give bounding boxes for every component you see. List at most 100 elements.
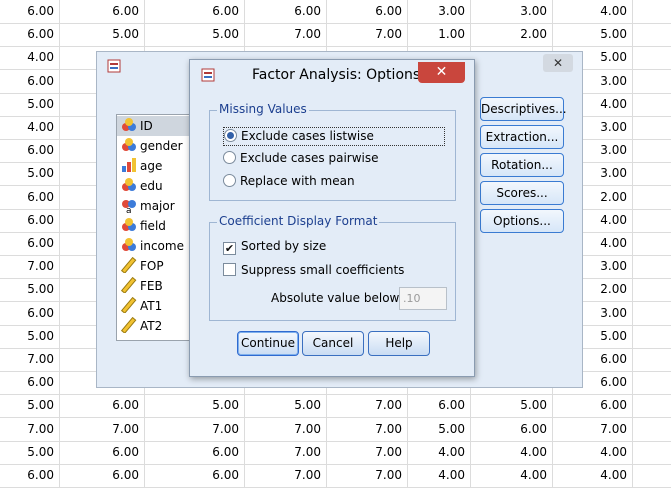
grid-cell[interactable]: 1.00 xyxy=(408,23,471,47)
string-variable-icon: a xyxy=(121,197,137,216)
grid-cell[interactable]: 6.00 xyxy=(0,139,60,163)
grid-cell[interactable]: 4.00 xyxy=(471,440,553,464)
suppress-small-checkbox[interactable]: Suppress small coefficients xyxy=(223,263,404,277)
rotation-button[interactable]: Rotation... xyxy=(480,153,564,177)
grid-cell[interactable]: 6.00 xyxy=(0,301,60,325)
grid-cell[interactable]: 2.00 xyxy=(471,23,553,47)
variable-list[interactable]: ID gender age edu a major field income FOP FEB AT1… xyxy=(116,114,195,341)
grid-cell[interactable]: 6.00 xyxy=(165,0,245,23)
grid-cell[interactable]: 5.00 xyxy=(0,324,60,348)
variable-item[interactable]: FOP xyxy=(117,256,194,276)
variable-item[interactable]: a major xyxy=(117,196,194,216)
variable-item[interactable]: FEB xyxy=(117,276,194,296)
grid-cell[interactable]: 6.00 xyxy=(0,23,60,47)
grid-cell[interactable]: 4.00 xyxy=(471,464,553,487)
continue-button[interactable]: Continue xyxy=(237,331,299,356)
grid-cell[interactable]: 7.00 xyxy=(553,417,633,441)
grid-cell[interactable]: 7.00 xyxy=(245,23,327,47)
grid-cell[interactable]: 5.00 xyxy=(0,394,60,418)
options-button[interactable]: Options... xyxy=(480,209,564,233)
factor-dialog-close-button[interactable]: ✕ xyxy=(543,54,573,72)
grid-cell[interactable]: 6.00 xyxy=(0,69,60,93)
grid-cell[interactable]: 6.00 xyxy=(65,440,145,464)
grid-cell[interactable]: 7.00 xyxy=(327,417,408,441)
grid-cell[interactable]: 6.00 xyxy=(245,0,327,23)
grid-cell[interactable]: 4.00 xyxy=(0,116,60,139)
grid-cell[interactable]: 7.00 xyxy=(327,440,408,464)
grid-cell[interactable]: 6.00 xyxy=(65,464,145,487)
extraction-button[interactable]: Extraction... xyxy=(480,125,564,149)
grid-cell[interactable]: 6.00 xyxy=(65,394,145,418)
nominal-variable-icon xyxy=(121,137,137,153)
grid-cell[interactable]: 4.00 xyxy=(408,464,471,487)
grid-cell[interactable]: 6.00 xyxy=(165,440,245,464)
grid-cell[interactable]: 5.00 xyxy=(471,394,553,418)
grid-cell[interactable]: 5.00 xyxy=(0,440,60,464)
grid-cell[interactable]: 6.00 xyxy=(0,208,60,232)
grid-cell[interactable]: 7.00 xyxy=(0,417,60,441)
grid-cell[interactable]: 7.00 xyxy=(245,464,327,487)
grid-cell[interactable]: 6.00 xyxy=(0,185,60,209)
grid-cell[interactable]: 6.00 xyxy=(65,0,145,23)
grid-cell[interactable]: 6.00 xyxy=(0,464,60,487)
nominal-variable-icon xyxy=(121,237,137,253)
grid-cell[interactable]: 7.00 xyxy=(165,417,245,441)
grid-cell[interactable]: 6.00 xyxy=(165,464,245,487)
grid-cell[interactable]: 3.00 xyxy=(408,0,471,23)
grid-cell[interactable]: 6.00 xyxy=(471,417,553,441)
variable-item[interactable]: gender xyxy=(117,136,194,156)
grid-cell[interactable]: 4.00 xyxy=(553,440,633,464)
grid-cell[interactable]: 7.00 xyxy=(65,417,145,441)
grid-cell[interactable]: 7.00 xyxy=(0,255,60,279)
variable-label: ID xyxy=(140,119,153,133)
grid-cell[interactable]: 5.00 xyxy=(65,23,145,47)
variable-item[interactable]: field xyxy=(117,216,194,236)
grid-cell[interactable]: 5.00 xyxy=(165,394,245,418)
grid-cell[interactable]: 4.00 xyxy=(0,46,60,70)
grid-cell[interactable]: 6.00 xyxy=(327,0,408,23)
descriptives-button[interactable]: Descriptives... xyxy=(480,97,567,121)
grid-cell[interactable]: 6.00 xyxy=(0,232,60,255)
sorted-by-size-checkbox[interactable]: ✔ Sorted by size xyxy=(223,239,326,255)
grid-cell[interactable]: 7.00 xyxy=(0,348,60,371)
grid-cell[interactable]: 3.00 xyxy=(471,0,553,23)
grid-cell[interactable]: 5.00 xyxy=(245,394,327,418)
grid-cell[interactable]: 5.00 xyxy=(0,162,60,186)
grid-cell[interactable]: 6.00 xyxy=(0,0,60,23)
radio-selected-icon xyxy=(224,129,237,142)
grid-cell[interactable]: 4.00 xyxy=(553,0,633,23)
grid-cell[interactable]: 6.00 xyxy=(0,371,60,395)
options-close-button[interactable]: ✕ xyxy=(418,62,465,83)
grid-cell[interactable]: 4.00 xyxy=(408,440,471,464)
grid-cell[interactable]: 6.00 xyxy=(408,394,471,418)
grid-cell[interactable]: 5.00 xyxy=(0,278,60,302)
grid-cell[interactable]: 4.00 xyxy=(553,464,633,487)
factor-options-dialog: Factor Analysis: Options ✕ Missing Value… xyxy=(189,59,475,377)
radio-replace-mean[interactable]: Replace with mean xyxy=(223,174,355,188)
variable-item[interactable]: AT1 xyxy=(117,296,194,316)
grid-cell[interactable]: 5.00 xyxy=(553,23,633,47)
grid-cell[interactable]: 7.00 xyxy=(327,464,408,487)
variable-item[interactable]: edu xyxy=(117,176,194,196)
help-button[interactable]: Help xyxy=(368,331,430,356)
grid-cell[interactable]: 6.00 xyxy=(553,394,633,418)
absolute-value-input[interactable]: .10 xyxy=(399,287,447,310)
variable-item[interactable]: AT2 xyxy=(117,316,194,336)
grid-cell[interactable]: 7.00 xyxy=(245,417,327,441)
radio-exclude-pairwise[interactable]: Exclude cases pairwise xyxy=(223,151,379,165)
grid-cell[interactable]: 5.00 xyxy=(165,23,245,47)
variable-item[interactable]: income xyxy=(117,236,194,256)
cancel-button[interactable]: Cancel xyxy=(302,331,364,356)
variable-item[interactable]: ID xyxy=(117,116,194,136)
grid-cell[interactable]: 5.00 xyxy=(0,92,60,116)
checkbox-label: Sorted by size xyxy=(241,239,327,253)
grid-cell[interactable]: 5.00 xyxy=(408,417,471,441)
grid-row: 6.00 6.00 6.00 6.00 6.00 3.00 3.00 4.00 xyxy=(0,0,671,24)
radio-exclude-listwise[interactable]: Exclude cases listwise xyxy=(223,127,445,146)
grid-cell[interactable]: 7.00 xyxy=(245,440,327,464)
scores-button[interactable]: Scores... xyxy=(480,181,564,205)
nominal-variable-icon xyxy=(121,117,137,133)
variable-item[interactable]: age xyxy=(117,156,194,176)
grid-cell[interactable]: 7.00 xyxy=(327,23,408,47)
grid-cell[interactable]: 7.00 xyxy=(327,394,408,418)
